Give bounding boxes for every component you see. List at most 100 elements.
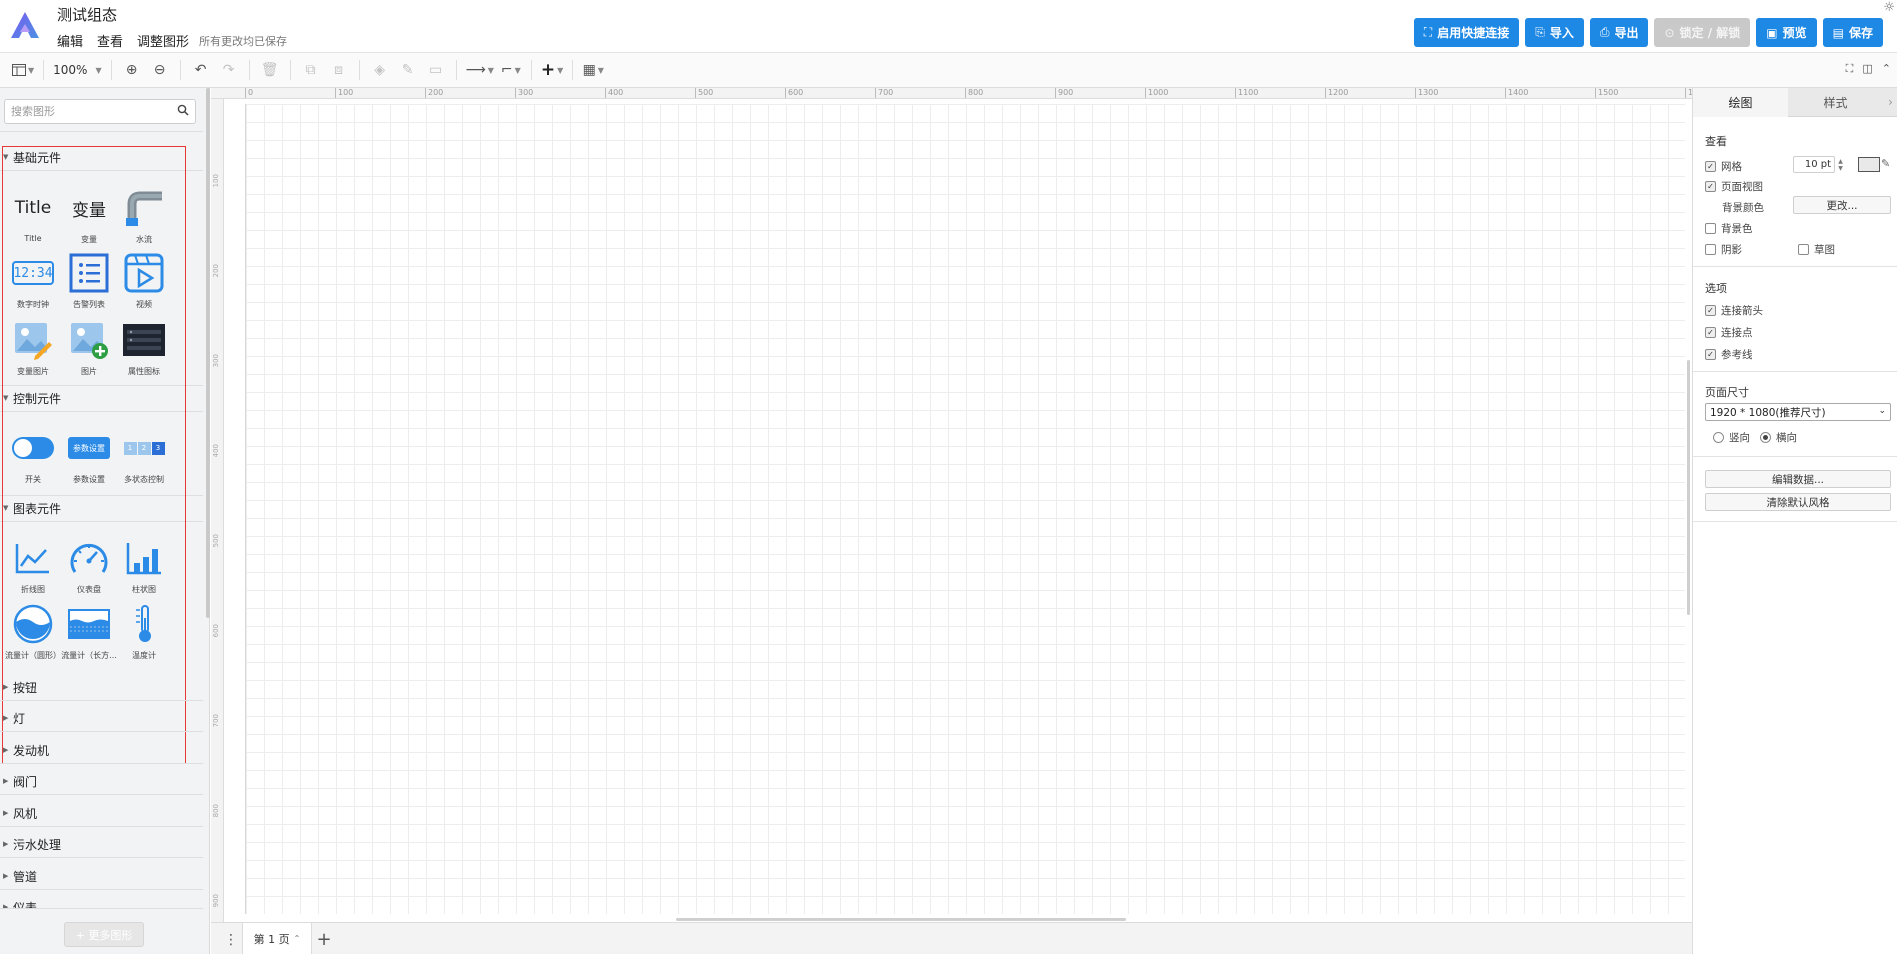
section-header-control[interactable]: ▼ 控制元件 (0, 387, 203, 409)
shape-flowmeter-round[interactable]: 流量计（圆形） (5, 602, 61, 664)
more-shapes-button[interactable]: + 更多图形 (64, 922, 144, 947)
chevron-up-icon[interactable]: ⌃ (294, 934, 301, 943)
import-button[interactable]: ⎘ 导入 (1525, 18, 1584, 47)
shadow-button[interactable]: ▭ (425, 57, 447, 83)
shape-param-settings[interactable]: 参数设置 参数设置 (64, 426, 114, 488)
grid-size-stepper[interactable]: ▲ ▼ (1836, 156, 1845, 173)
menu-view[interactable]: 查看 (97, 31, 123, 50)
tab-diagram[interactable]: 绘图 (1693, 88, 1788, 117)
insert-button[interactable]: + ▼ (541, 57, 563, 83)
tab-style[interactable]: 样式 (1788, 88, 1883, 117)
section-header-engine[interactable]: ▶ 发动机 (0, 737, 203, 763)
clear-default-style-button[interactable]: 清除默认风格 (1705, 493, 1891, 511)
grid-option[interactable]: ✓ 网格 (1705, 159, 1742, 174)
canvas-page-grid[interactable] (245, 104, 1685, 914)
sidebar-scrollbar[interactable] (206, 88, 210, 618)
settings-icon[interactable]: ☼ (1883, 0, 1895, 15)
section-header-fans[interactable]: ▶ 风机 (0, 800, 203, 826)
connection-arrows-option[interactable]: ✓ 连接箭头 (1705, 303, 1763, 318)
page-size-select[interactable]: 1920 * 1080(推荐尺寸) ⌄ (1705, 403, 1891, 421)
more-vertical-icon[interactable]: ⋮ (224, 932, 238, 948)
pencil-icon[interactable]: ✎ (1881, 157, 1890, 170)
grid-size-input[interactable]: 10 pt (1793, 156, 1835, 173)
sketch-option[interactable]: 草图 (1798, 242, 1835, 257)
background-checkbox[interactable] (1705, 223, 1716, 234)
add-page-button[interactable]: + (312, 927, 336, 951)
search-icon[interactable] (177, 104, 189, 116)
to-front-button[interactable]: ⧉ (300, 57, 322, 83)
connection-style-button[interactable]: ⟶ ▼ (466, 57, 494, 83)
shape-line-chart[interactable]: 折线图 (8, 536, 58, 598)
connection-arrows-checkbox[interactable]: ✓ (1705, 305, 1716, 316)
landscape-radio[interactable] (1760, 432, 1771, 443)
page-view-option[interactable]: ✓ 页面视图 (1705, 179, 1763, 194)
save-button[interactable]: ▤ 保存 (1822, 18, 1883, 47)
shape-property-icon[interactable]: 属性图标 (119, 318, 169, 380)
portrait-option[interactable]: 竖向 (1713, 430, 1750, 445)
diagram-canvas[interactable]: 0 100 200 300 400 500 600 700 800 900 1000 1100 1200… (211, 88, 1692, 922)
shape-search-input[interactable] (5, 100, 165, 123)
grid-color-swatch[interactable] (1858, 157, 1880, 172)
zoom-select[interactable]: 100% ▼ (53, 57, 101, 83)
redo-button[interactable]: ↷ (218, 57, 240, 83)
connection-points-option[interactable]: ✓ 连接点 (1705, 325, 1753, 340)
guides-checkbox[interactable]: ✓ (1705, 349, 1716, 360)
background-option[interactable]: 背景色 (1705, 221, 1753, 236)
lock-button[interactable]: ⊙ 锁定 / 解锁 (1654, 18, 1751, 47)
shadow-option[interactable]: 阴影 (1705, 242, 1742, 257)
section-header-basic[interactable]: ▼ 基础元件 (0, 146, 203, 168)
shape-title[interactable]: Title Title (8, 186, 58, 248)
connection-points-checkbox[interactable]: ✓ (1705, 327, 1716, 338)
shape-video[interactable]: 视频 (119, 251, 169, 313)
waypoints-button[interactable]: ⌐ ▼ (500, 57, 522, 83)
undo-button[interactable]: ↶ (190, 57, 212, 83)
vertical-scrollbar[interactable] (1687, 360, 1690, 615)
section-header-lights[interactable]: ▶ 灯 (0, 705, 203, 731)
shape-digital-clock[interactable]: 12:34 数字时钟 (8, 251, 58, 313)
split-panel-icon[interactable]: ◫ (1862, 62, 1872, 76)
grid-checkbox[interactable]: ✓ (1705, 161, 1716, 172)
change-bg-button[interactable]: 更改... (1793, 196, 1891, 214)
sketch-checkbox[interactable] (1798, 244, 1809, 255)
shape-multi-state[interactable]: 1 2 3 多状态控制 (119, 426, 169, 488)
delete-button[interactable]: 🗑 (259, 57, 281, 83)
format-panel-toggle[interactable]: ▼ (12, 57, 34, 83)
shape-flowmeter-rect[interactable]: 流量计（长方... (61, 602, 117, 664)
section-header-pipes[interactable]: ▶ 管道 (0, 863, 203, 889)
shape-gauge[interactable]: 仪表盘 (64, 536, 114, 598)
shape-variable[interactable]: 变量 变量 (64, 186, 114, 248)
section-header-instruments[interactable]: ▶ 仪表 (0, 894, 203, 909)
section-header-chart[interactable]: ▼ 图表元件 (0, 497, 203, 519)
export-button[interactable]: ⎙ 导出 (1589, 18, 1649, 47)
shape-alarm-list[interactable]: 告警列表 (64, 251, 114, 313)
line-color-button[interactable]: ✎ (397, 57, 419, 83)
shape-thermometer[interactable]: 温度计 (119, 602, 169, 664)
quick-connect-button[interactable]: ⛶ 启用快捷连接 (1413, 18, 1520, 47)
zoom-out-button[interactable]: ⊖ (149, 57, 171, 83)
fullscreen-icon[interactable]: ⛶ (1846, 62, 1854, 76)
shape-water-flow[interactable]: 水流 (119, 186, 169, 248)
page-view-checkbox[interactable]: ✓ (1705, 181, 1716, 192)
shape-image[interactable]: 图片 (64, 318, 114, 380)
section-header-valves[interactable]: ▶ 阀门 (0, 768, 203, 794)
table-button[interactable]: ▦ ▼ (582, 57, 604, 83)
preview-button[interactable]: ▣ 预览 (1756, 18, 1817, 47)
shadow-checkbox[interactable] (1705, 244, 1716, 255)
menu-arrange[interactable]: 调整图形 (137, 31, 189, 50)
page-tab-1[interactable]: 第 1 页 ⌃ (242, 923, 312, 954)
section-header-buttons[interactable]: ▶ 按钮 (0, 674, 203, 700)
menu-edit[interactable]: 编辑 (57, 31, 83, 50)
shape-bar-chart[interactable]: 柱状图 (119, 536, 169, 598)
guides-option[interactable]: ✓ 参考线 (1705, 347, 1753, 362)
landscape-option[interactable]: 横向 (1760, 430, 1797, 445)
horizontal-scrollbar[interactable] (676, 918, 1126, 921)
zoom-in-button[interactable]: ⊕ (121, 57, 143, 83)
section-header-sewage[interactable]: ▶ 污水处理 (0, 831, 203, 857)
shape-variable-image[interactable]: 变量图片 (8, 318, 58, 380)
portrait-radio[interactable] (1713, 432, 1724, 443)
edit-data-button[interactable]: 编辑数据... (1705, 470, 1891, 488)
to-back-button[interactable]: ⧈ (328, 57, 350, 83)
collapse-up-icon[interactable]: ⌃ (1882, 62, 1891, 76)
close-panel-icon[interactable]: › (1883, 88, 1897, 117)
fill-color-button[interactable]: ◈ (369, 57, 391, 83)
